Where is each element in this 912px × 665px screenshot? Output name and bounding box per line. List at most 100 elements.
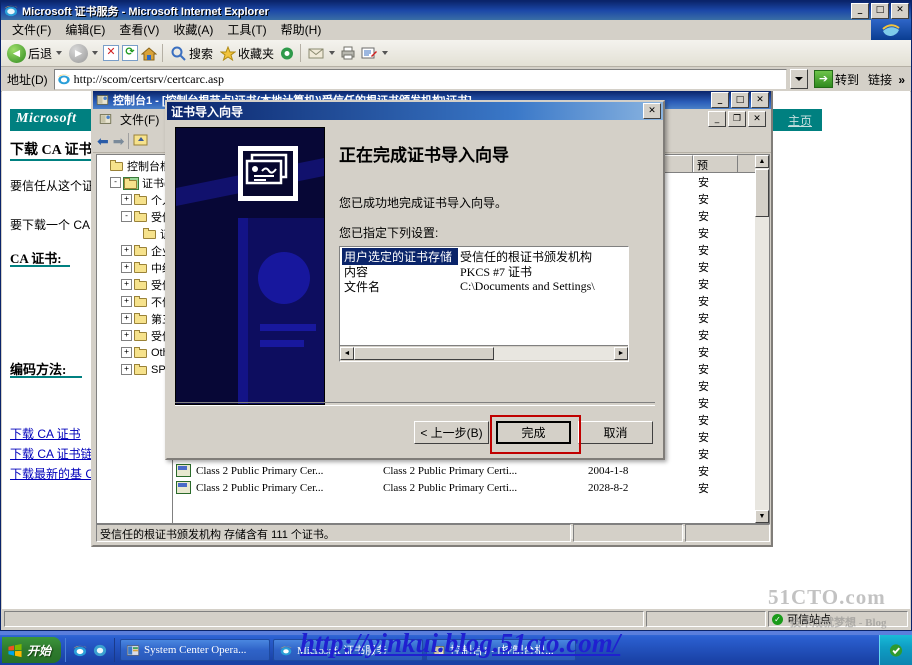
quicklaunch-browser-icon[interactable] (92, 643, 108, 658)
collapse-icon[interactable]: - (110, 177, 121, 188)
tree-item[interactable]: +中级证书颁发机构 (97, 259, 172, 276)
mmc-forward-button[interactable]: ➡ (113, 133, 125, 150)
address-dropdown-button[interactable] (789, 69, 808, 89)
ie-statusbar: ✓ 可信站点 (2, 609, 910, 629)
mmc-child-close-button[interactable]: ✕ (748, 111, 766, 127)
media-button[interactable] (278, 45, 296, 62)
vertical-scroll-thumb[interactable] (755, 169, 769, 217)
search-button[interactable]: 搜索 (167, 42, 216, 64)
mmc-close-button[interactable]: ✕ (751, 92, 769, 108)
search-icon (171, 46, 186, 61)
print-button[interactable] (339, 45, 357, 62)
address-input[interactable]: http://scom/certsrv/certcarc.asp (53, 68, 787, 90)
ie-window-controls: _ □ ✕ (851, 2, 909, 19)
refresh-button[interactable]: ⟳ (121, 45, 139, 62)
taskbar-item-scom[interactable]: System Center Opera... (120, 639, 271, 661)
favorites-button[interactable]: 收藏夹 (217, 42, 277, 64)
menu-item-file[interactable]: 文件(F) (5, 20, 58, 39)
mmc-tree-pane[interactable]: 控制台根节点-证书(本地计算机)+个人-受信任的根证书颁发机构证书+企业信任+中… (97, 155, 173, 523)
wizard-finish-button[interactable]: 完成 (496, 421, 571, 444)
menu-item-tools[interactable]: 工具(T) (220, 20, 273, 39)
table-row[interactable]: Class 2 Public Primary Cer... Class 2 Pub… (173, 462, 769, 479)
expand-icon[interactable]: + (121, 364, 132, 375)
stop-button[interactable]: ✕ (102, 45, 120, 62)
expand-icon[interactable]: + (121, 347, 132, 358)
search-button-label: 搜索 (189, 46, 214, 61)
expand-icon[interactable]: + (121, 296, 132, 307)
tree-item[interactable]: 控制台根节点 (97, 157, 172, 174)
wizard-scroll-right-button[interactable]: ► (614, 347, 628, 360)
taskbar-item-ie[interactable]: Microsoft 证书服务 (273, 639, 424, 661)
tree-item[interactable]: -受信任的根证书颁发机构 (97, 208, 172, 225)
mail-dropdown-icon[interactable] (329, 51, 336, 55)
tree-item[interactable]: +受信任人 (97, 327, 172, 344)
home-button[interactable] (140, 45, 158, 62)
tree-item[interactable]: 证书 (97, 225, 172, 242)
menu-item-help[interactable]: 帮助(H) (274, 20, 329, 39)
ie-security-zone[interactable]: ✓ 可信站点 (768, 611, 908, 627)
mmc-child-restore-button[interactable]: ❐ (728, 111, 746, 127)
tree-item[interactable]: +Other People (97, 344, 172, 361)
wizard-scroll-thumb[interactable] (354, 347, 494, 360)
go-button[interactable]: ➔ 转到 (811, 70, 862, 88)
wizard-list-scrollbar[interactable]: ◄ ► (340, 345, 628, 361)
collapse-icon[interactable]: - (121, 211, 132, 222)
expand-icon[interactable]: + (121, 194, 132, 205)
wizard-setting-row[interactable]: 用户选定的证书存储 受信任的根证书颁发机构 (342, 248, 628, 265)
start-button[interactable]: 开始 (2, 637, 62, 663)
table-row[interactable]: Class 2 Public Primary Cer... Class 2 Pub… (173, 479, 769, 496)
back-button[interactable]: ◄ 后退 (4, 42, 65, 64)
mmc-menu-item-file[interactable]: 文件(F) (115, 110, 164, 129)
expand-icon[interactable]: + (121, 245, 132, 256)
links-button[interactable]: 链接 » (865, 71, 908, 88)
expand-icon[interactable]: + (121, 313, 132, 324)
back-dropdown-icon[interactable] (56, 51, 63, 55)
expand-icon[interactable]: + (121, 262, 132, 273)
edit-dropdown-icon[interactable] (382, 51, 389, 55)
wizard-scroll-track[interactable] (354, 347, 614, 360)
quicklaunch-ie-icon[interactable] (72, 643, 88, 658)
mmc-up-one-level-button[interactable] (133, 132, 149, 150)
taskbar-item-mmc[interactable]: 控制台1 - [控制台根... (426, 639, 577, 661)
mmc-child-minimize-button[interactable]: _ (708, 111, 726, 127)
scroll-up-button[interactable]: ▲ (755, 155, 769, 168)
mmc-minimize-button[interactable]: _ (711, 92, 729, 108)
expand-icon[interactable]: + (121, 279, 132, 290)
cell-purpose: 安 (698, 397, 709, 410)
forward-dropdown-icon[interactable] (92, 51, 99, 55)
ie-maximize-button[interactable]: □ (871, 2, 889, 19)
tray-shield-icon[interactable] (888, 643, 904, 658)
tree-item[interactable]: + SPC (97, 361, 172, 378)
mmc-back-button[interactable]: ⬅ (97, 133, 109, 150)
edit-button[interactable] (358, 42, 391, 64)
home-page-link[interactable]: 主页 (788, 112, 812, 129)
menu-item-view[interactable]: 查看(V) (112, 20, 166, 39)
ie-close-button[interactable]: ✕ (891, 2, 909, 19)
wizard-cancel-button[interactable]: 取消 (578, 421, 653, 444)
tree-item[interactable]: +受信任的发布者 (97, 276, 172, 293)
expand-icon[interactable]: + (121, 330, 132, 341)
tree-item[interactable]: -证书(本地计算机) (97, 174, 172, 191)
scroll-down-button[interactable]: ▼ (755, 510, 769, 523)
tree-item[interactable]: +第三方根证书颁发机构 (97, 310, 172, 327)
wizard-scroll-left-button[interactable]: ◄ (340, 347, 354, 360)
wizard-settings-list[interactable]: 用户选定的证书存储 受信任的根证书颁发机构 内容 PKCS #7 证书 文件名 C:\Do… (339, 246, 629, 362)
tree-item[interactable]: +不信任的证书 (97, 293, 172, 310)
mmc-maximize-button[interactable]: □ (731, 92, 749, 108)
mail-button[interactable] (305, 42, 338, 64)
tree-item[interactable]: +企业信任 (97, 242, 172, 259)
forward-button[interactable]: ► (66, 42, 101, 64)
column-purpose[interactable]: 预 (693, 155, 738, 172)
wizard-setting-row[interactable]: 内容 PKCS #7 证书 (342, 264, 628, 279)
ie-minimize-button[interactable]: _ (851, 2, 869, 19)
list-vertical-scrollbar[interactable]: ▲ ▼ (755, 155, 769, 523)
menu-item-favorites[interactable]: 收藏(A) (166, 20, 220, 39)
wizard-back-button[interactable]: < 上一步(B) (414, 421, 489, 444)
desktop: Microsoft 证书服务 - Microsoft Internet Expl… (0, 0, 912, 665)
download-ca-chain-link[interactable]: 下载 CA 证书链 (10, 445, 93, 462)
menu-item-edit[interactable]: 编辑(E) (58, 20, 112, 39)
wizard-setting-row[interactable]: 文件名 C:\Documents and Settings\ (342, 279, 628, 294)
tree-item[interactable]: + 个人 (97, 191, 172, 208)
wizard-close-button[interactable]: ✕ (643, 103, 661, 119)
download-ca-cert-link[interactable]: 下载 CA 证书 (10, 425, 81, 442)
